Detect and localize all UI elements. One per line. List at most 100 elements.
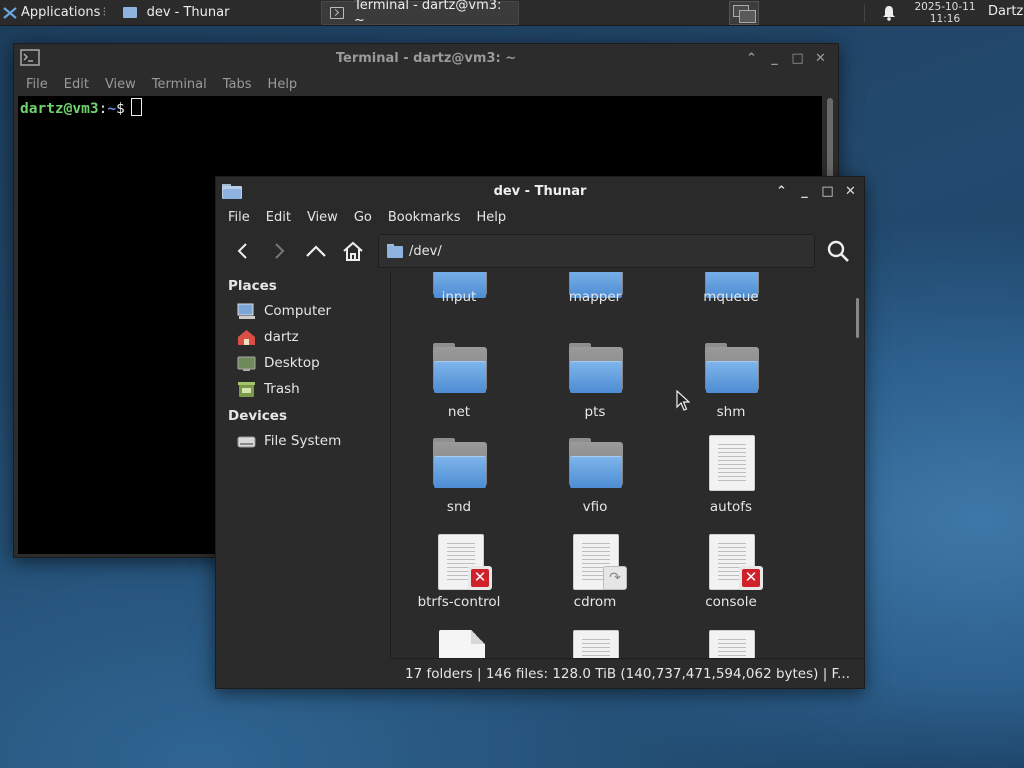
user-menu[interactable]: Dartz	[988, 4, 1023, 19]
parent-folder-button[interactable]	[301, 235, 331, 267]
trash-icon	[238, 381, 255, 397]
taskbar-item-thunar[interactable]: dev - Thunar	[115, 1, 238, 25]
menu-separator-icon: ⁝	[102, 5, 107, 20]
folder-icon	[433, 343, 487, 393]
file-item-autofs[interactable]: autofs	[666, 435, 796, 522]
clock-time: 11:16	[929, 13, 961, 25]
close-button[interactable]: ✕	[839, 181, 862, 201]
home-icon	[343, 241, 363, 261]
sidebar-item-desktop[interactable]: Desktop	[216, 350, 390, 376]
computer-icon	[237, 303, 255, 319]
file-icon	[709, 630, 755, 658]
chevron-up-icon	[306, 245, 326, 257]
folder-item-pts[interactable]: pts	[530, 343, 660, 427]
unreadable-emblem-icon: ✕	[468, 566, 492, 590]
notification-bell-icon[interactable]	[882, 5, 896, 21]
status-bar: 17 folders | 146 files: 128.0 TiB (140,7…	[392, 658, 864, 688]
search-button[interactable]	[821, 235, 855, 267]
item-label: btrfs-control	[417, 594, 501, 610]
menu-view[interactable]: View	[97, 77, 144, 92]
terminal-icon	[330, 6, 344, 19]
folder-item-mqueue[interactable]: mqueue	[666, 272, 796, 332]
folder-icon	[387, 244, 403, 258]
sidebar-item-trash[interactable]: Trash	[216, 376, 390, 402]
menu-terminal[interactable]: Terminal	[144, 77, 215, 92]
maximize-button[interactable]: □	[816, 181, 839, 201]
item-label: net	[447, 404, 471, 420]
mouse-pointer-icon	[676, 390, 690, 411]
menu-bookmarks[interactable]: Bookmarks	[380, 210, 469, 225]
folder-icon	[569, 438, 623, 488]
item-label: pts	[584, 404, 606, 420]
folder-item-snd[interactable]: snd	[394, 438, 524, 522]
folder-icon	[433, 438, 487, 488]
home-button[interactable]	[338, 235, 368, 267]
sidebar-header-places: Places	[228, 278, 277, 294]
file-item[interactable]	[394, 630, 524, 658]
folder-item-vfio[interactable]: vfio	[530, 438, 660, 522]
xfce-logo-icon	[3, 6, 17, 19]
prompt-separator: :	[98, 101, 108, 117]
menu-file[interactable]: File	[220, 210, 258, 225]
file-item-btrfs-control[interactable]: ✕ btrfs-control	[394, 534, 524, 617]
chevron-up-icon[interactable]: ⌃	[740, 48, 763, 68]
sidebar-item-dartz[interactable]: dartz	[216, 324, 390, 350]
file-view[interactable]: input mapper mqueue net pts shm snd vfio…	[392, 272, 864, 658]
menu-tabs[interactable]: Tabs	[215, 77, 260, 92]
desktop-icon	[237, 356, 256, 371]
minimize-button[interactable]: _	[793, 181, 816, 201]
prompt-dollar: $	[116, 101, 125, 117]
file-icon	[439, 630, 485, 658]
workspace-switcher[interactable]	[729, 1, 759, 25]
location-bar[interactable]: /dev/	[378, 234, 815, 268]
arrow-right-icon	[275, 243, 285, 259]
maximize-button[interactable]: □	[786, 48, 809, 68]
applications-menu-button[interactable]: Applications ⁝	[0, 0, 111, 26]
folder-item-mapper[interactable]: mapper	[530, 272, 660, 332]
terminal-menubar: File Edit View Terminal Tabs Help	[14, 72, 838, 96]
sidebar-item-label: Desktop	[264, 355, 320, 371]
file-item[interactable]	[530, 630, 660, 658]
sidebar: Places Computer dartz Desktop Trash Devi…	[216, 272, 391, 658]
close-button[interactable]: ✕	[809, 48, 832, 68]
item-label: vfio	[582, 499, 608, 515]
prompt-user: dartz@vm3	[20, 101, 99, 117]
arrow-left-icon	[237, 243, 247, 259]
menu-file[interactable]: File	[18, 77, 56, 92]
item-label: snd	[446, 499, 472, 515]
item-label: cdrom	[573, 594, 617, 610]
taskbar-item-label: dev - Thunar	[146, 5, 230, 20]
back-button[interactable]	[228, 235, 258, 267]
file-view-scrollbar[interactable]	[854, 274, 862, 654]
item-label: mqueue	[703, 289, 759, 305]
file-icon	[573, 630, 619, 658]
menu-help[interactable]: Help	[468, 210, 514, 225]
menu-go[interactable]: Go	[346, 210, 380, 225]
minimize-button[interactable]: _	[763, 48, 786, 68]
clock[interactable]: 2025-10-11 11:16	[907, 0, 983, 26]
item-label: mapper	[568, 289, 622, 305]
menu-edit[interactable]: Edit	[258, 210, 299, 225]
folder-item-shm[interactable]: shm	[666, 343, 796, 427]
folder-item-input[interactable]: input	[394, 272, 524, 332]
terminal-titlebar[interactable]: Terminal - dartz@vm3: ~ ⌃ _ □ ✕	[14, 44, 838, 72]
sidebar-item-file-system[interactable]: File System	[216, 428, 390, 454]
folder-item-net[interactable]: net	[394, 343, 524, 427]
folder-icon	[569, 343, 623, 393]
menu-help[interactable]: Help	[260, 77, 306, 92]
thunar-titlebar[interactable]: dev - Thunar ⌃ _ □ ✕	[216, 177, 864, 205]
sidebar-item-label: File System	[264, 433, 342, 449]
forward-button[interactable]	[264, 235, 294, 267]
file-item-cdrom[interactable]: ↷ cdrom	[530, 534, 660, 617]
taskbar-item-label: Terminal - dartz@vm3: ~	[354, 0, 502, 28]
symlink-emblem-icon: ↷	[603, 566, 627, 590]
taskbar-item-terminal[interactable]: Terminal - dartz@vm3: ~	[321, 0, 520, 28]
sidebar-item-computer[interactable]: Computer	[216, 298, 390, 324]
menu-view[interactable]: View	[299, 210, 346, 225]
thunar-toolbar: /dev/	[216, 231, 864, 271]
sidebar-header-devices: Devices	[228, 408, 287, 424]
menu-edit[interactable]: Edit	[56, 77, 97, 92]
chevron-up-icon[interactable]: ⌃	[770, 181, 793, 201]
file-item[interactable]	[666, 630, 796, 658]
file-item-console[interactable]: ✕ console	[666, 534, 796, 617]
